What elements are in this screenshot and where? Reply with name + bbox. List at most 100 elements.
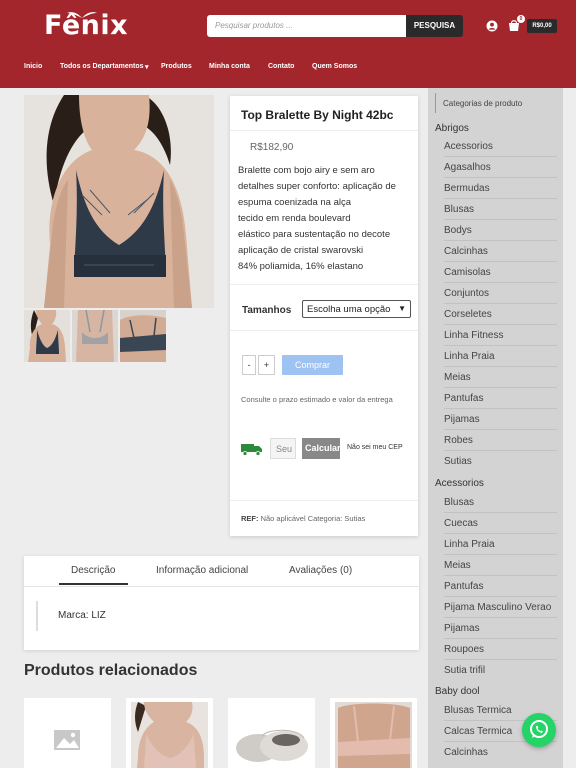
- nav-item-minha-conta[interactable]: Minha conta: [209, 63, 250, 70]
- description-line: 84% poliamida, 16% elastano: [238, 261, 364, 272]
- subcategory-item[interactable]: Agasalhos: [444, 162, 491, 173]
- tab-avaliacoes[interactable]: Avaliações (0): [289, 565, 352, 576]
- subcategory-item[interactable]: Cuecas: [444, 518, 478, 529]
- product-thumbnail-3[interactable]: [120, 310, 166, 362]
- product-meta: REF: Não aplicável Categoria: Sutias: [241, 514, 365, 523]
- divider: [444, 282, 557, 283]
- divider: [230, 330, 418, 331]
- subcategory-item[interactable]: Calcinhas: [444, 246, 488, 257]
- site-logo[interactable]: Fênix: [44, 10, 128, 41]
- product-description: Bralette com bojo airy e sem aro detalhe…: [238, 163, 416, 275]
- calculate-shipping-button[interactable]: Calcular: [302, 438, 340, 459]
- divider: [444, 617, 557, 618]
- meta-category-link[interactable]: Sutias: [344, 514, 365, 523]
- nav-item-inicio[interactable]: Inicio: [24, 63, 42, 70]
- subcategory-item[interactable]: Blusas: [444, 204, 474, 215]
- divider: [444, 638, 557, 639]
- subcategory-item[interactable]: Blusas: [444, 497, 474, 508]
- size-select-value: Escolha uma opção: [307, 304, 391, 315]
- product-price: R$182,90: [250, 142, 294, 153]
- tab-panel-content: Marca: LIZ: [36, 601, 106, 631]
- subcategory-item[interactable]: Pijama Masculino Verao: [444, 602, 551, 613]
- search-input[interactable]: Pesquisar produtos ...: [207, 15, 406, 37]
- product-main-image[interactable]: [24, 95, 214, 308]
- product-thumbnail-2[interactable]: [72, 310, 118, 362]
- subcategory-item[interactable]: Pantufas: [444, 393, 483, 404]
- whatsapp-icon: [530, 720, 548, 738]
- subcategory-item[interactable]: Calcas Termica: [444, 726, 512, 737]
- truck-icon: [241, 444, 262, 456]
- category-acessorios[interactable]: Acessorios: [435, 478, 484, 489]
- description-line: detalhes super conforto: aplicação de: [238, 181, 396, 192]
- category-abrigos[interactable]: Abrigos: [435, 123, 469, 134]
- quantity-increment-button[interactable]: +: [258, 355, 275, 375]
- user-account-icon[interactable]: [486, 20, 498, 32]
- subcategory-item[interactable]: Linha Praia: [444, 351, 495, 362]
- divider: [444, 345, 557, 346]
- divider: [444, 450, 557, 451]
- cart-count-badge: 0: [517, 15, 525, 23]
- related-product-card[interactable]: [330, 698, 417, 768]
- related-product-card[interactable]: [126, 698, 213, 768]
- no-cep-link[interactable]: Não sei meu CEP: [347, 444, 403, 451]
- tab-informacao-adicional[interactable]: Informação adicional: [156, 565, 248, 576]
- sidebar-title: Categorias de produto: [443, 99, 523, 108]
- size-select[interactable]: Escolha uma opção ▼: [302, 300, 411, 318]
- divider: [444, 177, 557, 178]
- divider: [435, 93, 436, 113]
- subcategory-item[interactable]: Conjuntos: [444, 288, 489, 299]
- subcategory-item[interactable]: Sutia trifil: [444, 665, 485, 676]
- subcategory-item[interactable]: Blusas Termica: [444, 705, 512, 716]
- chevron-down-icon[interactable]: ▾: [145, 63, 149, 71]
- description-line: Bralette com bojo airy e sem aro: [238, 165, 375, 176]
- subcategory-item[interactable]: Linha Fitness: [444, 330, 503, 341]
- nav-item-contato[interactable]: Contato: [268, 63, 294, 70]
- related-product-card[interactable]: [24, 698, 111, 768]
- product-thumbnail-1[interactable]: [24, 310, 70, 362]
- subcategory-item[interactable]: Sutias: [444, 456, 472, 467]
- nav-item-departamentos[interactable]: Todos os Departamentos: [60, 63, 144, 70]
- subcategory-item[interactable]: Pantufas: [444, 581, 483, 592]
- divider: [444, 554, 557, 555]
- delivery-note: Consulte o prazo estimado e valor da ent…: [241, 395, 393, 404]
- divider: [444, 240, 557, 241]
- nav-item-produtos[interactable]: Produtos: [161, 63, 192, 70]
- tab-descricao[interactable]: Descrição: [71, 565, 115, 576]
- subcategory-item[interactable]: Camisolas: [444, 267, 491, 278]
- cart-total-button[interactable]: R$0,00: [527, 19, 557, 33]
- subcategory-item[interactable]: Calcinhas: [444, 747, 488, 758]
- divider: [444, 303, 557, 304]
- size-label: Tamanhos: [242, 305, 292, 316]
- divider: [230, 284, 418, 285]
- subcategory-item[interactable]: Meias: [444, 372, 471, 383]
- divider: [444, 261, 557, 262]
- subcategory-item[interactable]: Acessorios: [444, 141, 493, 152]
- subcategory-item[interactable]: Robes: [444, 435, 473, 446]
- nav-item-quem-somos[interactable]: Quem Somos: [312, 63, 357, 70]
- quantity-decrement-button[interactable]: -: [242, 355, 256, 375]
- whatsapp-chat-button[interactable]: [522, 713, 556, 747]
- chevron-down-icon: ▼: [398, 304, 406, 313]
- product-info-card: Top Bralette By Night 42bc R$182,90 Bral…: [230, 96, 418, 536]
- divider: [444, 429, 557, 430]
- subcategory-item[interactable]: Pijamas: [444, 623, 480, 634]
- cep-input[interactable]: Seu CEP: [270, 438, 296, 459]
- divider: [444, 596, 557, 597]
- search-button[interactable]: PESQUISA: [406, 15, 463, 37]
- divider: [444, 156, 557, 157]
- divider: [444, 512, 557, 513]
- meta-category-label: Categoria:: [307, 514, 343, 523]
- related-product-card[interactable]: [228, 698, 315, 768]
- subcategory-item[interactable]: Bermudas: [444, 183, 490, 194]
- divider: [230, 500, 418, 501]
- subcategory-item[interactable]: Linha Praia: [444, 539, 495, 550]
- subcategory-item[interactable]: Corseletes: [444, 309, 492, 320]
- description-line: tecido em renda boulevard: [238, 213, 351, 224]
- subcategory-item[interactable]: Meias: [444, 560, 471, 571]
- subcategory-item[interactable]: Roupoes: [444, 644, 484, 655]
- category-baby-dool[interactable]: Baby dool: [435, 686, 479, 697]
- add-to-cart-button[interactable]: Comprar: [282, 355, 343, 375]
- active-tab-indicator: [59, 583, 128, 585]
- subcategory-item[interactable]: Bodys: [444, 225, 472, 236]
- subcategory-item[interactable]: Pijamas: [444, 414, 480, 425]
